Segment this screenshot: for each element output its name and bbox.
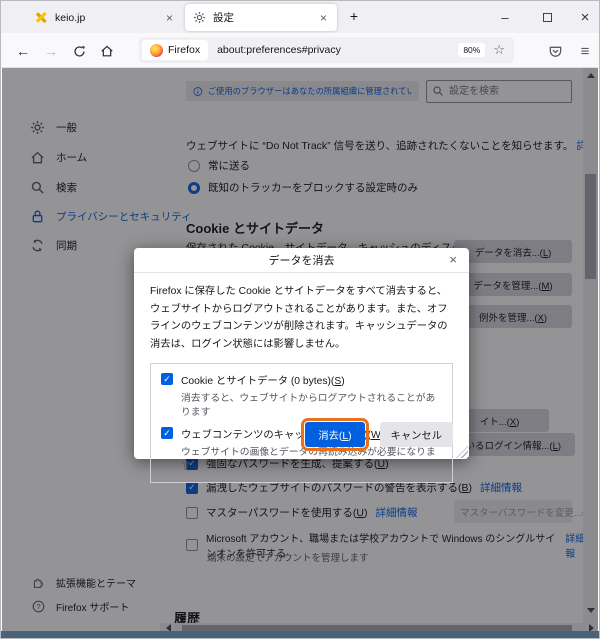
keio-favicon-icon [35, 11, 48, 24]
url-bar[interactable]: Firefox about:preferences#privacy 80% ☆ [139, 37, 514, 63]
clear-data-dialog: データを消去 × Firefox に保存した Cookie とサイトデータをすべ… [134, 248, 469, 459]
home-icon [100, 44, 114, 58]
zoom-level-badge[interactable]: 80% [458, 43, 485, 57]
tab-label: 設定 [213, 10, 312, 25]
app-menu-button[interactable]: ≡ [574, 40, 596, 62]
pocket-icon [548, 44, 563, 59]
window-bottom-edge [1, 631, 599, 638]
tab-close-icon[interactable]: × [318, 11, 329, 25]
back-button[interactable]: ← [12, 40, 34, 62]
checkbox-checked-icon: ✓ [161, 373, 173, 385]
forward-button: → [40, 40, 62, 62]
checkbox-checked-icon: ✓ [161, 427, 173, 439]
dialog-header: データを消去 × [134, 248, 469, 273]
maximize-icon [543, 13, 552, 22]
window-maximize-button[interactable] [533, 1, 561, 33]
tab-bar: keio.jp × 設定 × + – × [1, 1, 599, 33]
dialog-resize-gripper[interactable] [456, 446, 468, 458]
window-minimize-button[interactable]: – [491, 1, 519, 33]
clear-button-highlighted[interactable]: 消去(L) [305, 422, 364, 447]
hamburger-menu-icon: ≡ [581, 43, 590, 60]
cancel-button[interactable]: キャンセル [380, 422, 453, 447]
home-button[interactable] [96, 40, 118, 62]
tab-close-icon[interactable]: × [164, 11, 175, 25]
bookmark-star-icon[interactable]: ☆ [493, 42, 505, 58]
reload-button[interactable] [68, 40, 90, 62]
checkbox-cookies-description: 消去すると、ウェブサイトからログアウトされることがあります [181, 390, 442, 418]
checkbox-cookies-site-data[interactable]: ✓ Cookie とサイトデータ (0 bytes)(S) [161, 372, 442, 387]
site-identity-chip[interactable]: Firefox [142, 40, 208, 60]
firefox-window: keio.jp × 設定 × + – × ← → [0, 0, 600, 639]
dialog-footer: 消去(L) キャンセル [305, 422, 453, 447]
url-text: about:preferences#privacy [217, 44, 341, 56]
reload-icon [73, 45, 86, 58]
navigation-toolbar: ← → Firefox about:preferences#privacy 80… [1, 33, 599, 68]
tab-settings[interactable]: 設定 × [185, 4, 337, 31]
new-tab-button[interactable]: + [345, 8, 363, 26]
tab-label: keio.jp [55, 12, 158, 24]
firefox-logo-icon [150, 44, 163, 57]
dialog-title: データを消去 [269, 252, 335, 268]
dialog-body-text: Firefox に保存した Cookie とサイトデータをすべて消去すると、ウェ… [134, 273, 469, 354]
identity-label: Firefox [168, 44, 200, 56]
gear-icon [193, 11, 206, 24]
checkbox-cache-description: ウェブサイトの画像とデータの再読み込みが必要になります [181, 444, 442, 472]
dialog-close-icon[interactable]: × [446, 252, 460, 267]
pocket-button[interactable] [544, 40, 566, 62]
tab-keio[interactable]: keio.jp × [29, 5, 181, 30]
window-close-button[interactable]: × [571, 1, 599, 33]
